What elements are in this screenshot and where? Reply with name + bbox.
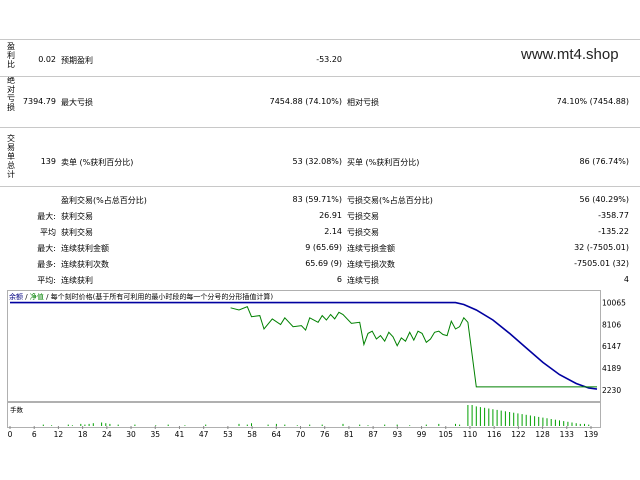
x-tick-label: 30 xyxy=(126,430,136,439)
balance-line xyxy=(10,301,598,390)
x-tick-label: 139 xyxy=(584,430,599,439)
x-tick-label: 105 xyxy=(439,430,454,439)
x-tick-label: 0 xyxy=(8,430,13,439)
x-tick-label: 81 xyxy=(344,430,354,439)
x-tick-label: 18 xyxy=(78,430,88,439)
x-tick-label: 24 xyxy=(102,430,112,439)
x-tick-label: 70 xyxy=(296,430,306,439)
x-tick-label: 133 xyxy=(560,430,575,439)
x-tick-label: 35 xyxy=(150,430,160,439)
x-tick-label: 128 xyxy=(535,430,550,439)
equity-line xyxy=(230,306,597,388)
x-tick-label: 41 xyxy=(175,430,185,439)
x-tick-label: 99 xyxy=(417,430,427,439)
x-tick-label: 87 xyxy=(368,430,378,439)
y-tick-label: 6147 xyxy=(602,342,621,351)
balance-equity-chart: 10065 8106 6147 4189 2230 0 6 12 18 24 30 35 41 47 53 5… xyxy=(8,299,626,439)
y-tick-label: 8106 xyxy=(602,320,621,329)
x-tick-label: 47 xyxy=(199,430,209,439)
y-tick-label: 2230 xyxy=(602,386,621,395)
y-tick-label: 10065 xyxy=(602,299,626,308)
x-tick-label: 122 xyxy=(511,430,526,439)
x-tick-label: 76 xyxy=(320,430,330,439)
x-tick-label: 110 xyxy=(463,430,478,439)
y-tick-label: 4189 xyxy=(602,364,621,373)
x-tick-label: 116 xyxy=(487,430,502,439)
x-tick-label: 64 xyxy=(272,430,282,439)
x-tick-label: 93 xyxy=(393,430,403,439)
x-tick-label: 12 xyxy=(54,430,64,439)
x-tick-label: 58 xyxy=(247,430,257,439)
x-tick-label: 6 xyxy=(32,430,37,439)
x-tick-label: 53 xyxy=(223,430,233,439)
